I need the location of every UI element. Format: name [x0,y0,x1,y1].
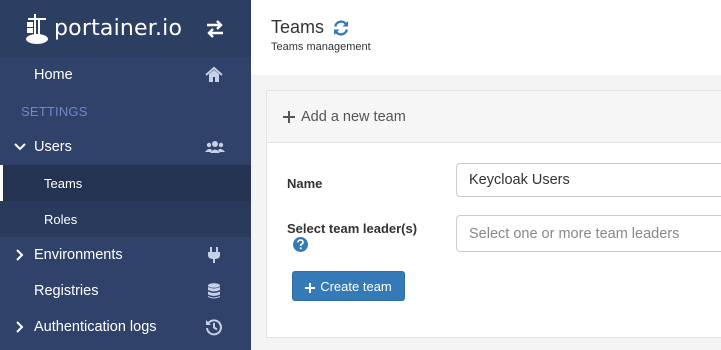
sidebar-item-home[interactable]: Home [0,57,251,93]
chevron-right-icon[interactable] [14,248,24,262]
help-icon[interactable] [293,237,308,252]
sidebar-item-label: Authentication logs [34,319,157,335]
sidebar-item-registries[interactable]: Registries [0,273,251,309]
sidebar-item-roles[interactable]: Roles [0,201,251,237]
section-title-settings: SETTINGS [21,103,88,119]
page-title: Teams [271,17,350,38]
page-title-text: Teams [271,17,325,37]
plus-icon [283,110,295,123]
name-label: Name [287,176,323,191]
sidebar-toggle-icon[interactable] [205,19,225,39]
sidebar-item-users[interactable]: Users [0,129,251,165]
plug-icon [205,246,223,264]
brand-name: portainer.io [54,16,183,41]
sidebar-item-label: Roles [44,211,78,227]
sidebar-item-label: Home [34,67,73,83]
sidebar: portainer.io Home SETTINGS Users Teams R… [0,0,251,350]
sidebar-item-authentication-logs[interactable]: Authentication logs [0,309,251,345]
create-team-label: Create team [320,278,392,294]
team-name-input[interactable]: Keycloak Users [456,163,721,197]
plus-icon [305,281,316,293]
history-icon [205,318,223,336]
users-icon [205,138,225,156]
sidebar-item-label: Environments [34,247,123,263]
sidebar-item-label: Registries [34,283,99,299]
team-leader-select[interactable]: Select one or more team leaders [456,215,721,252]
chevron-right-icon[interactable] [14,320,24,334]
home-icon [205,66,223,84]
sidebar-item-label: Teams [44,175,83,191]
page-header: Teams Teams management [251,0,721,75]
chevron-down-icon[interactable] [14,140,26,154]
create-team-button[interactable]: Create team [292,271,405,301]
sidebar-item-teams[interactable]: Teams [0,165,251,201]
page-subtitle: Teams management [271,41,371,53]
brand[interactable]: portainer.io [0,0,251,57]
sidebar-item-environments[interactable]: Environments [0,237,251,273]
panel-title: Add a new team [301,108,406,125]
database-icon [205,282,223,300]
panel-header: Add a new team [267,91,721,143]
refresh-icon[interactable] [332,19,350,37]
sidebar-item-label: Users [34,139,72,155]
portainer-logo-icon [24,12,50,46]
team-leader-label: Select team leader(s) [287,221,418,236]
